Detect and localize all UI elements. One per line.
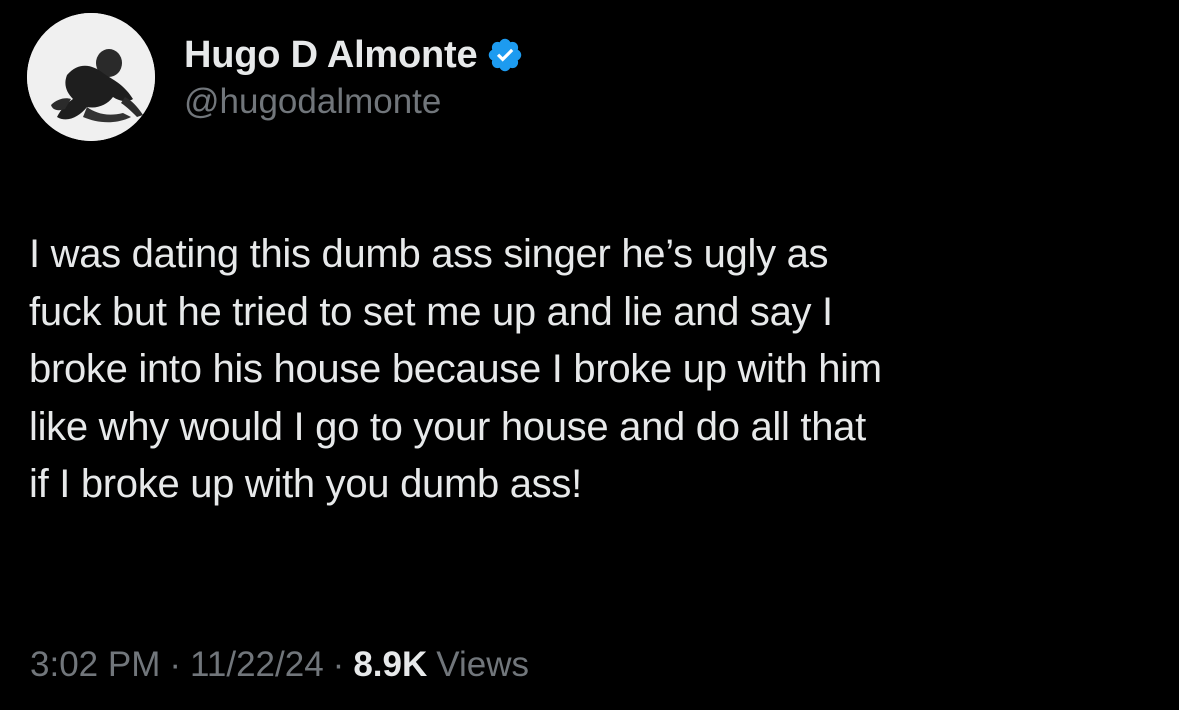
author-names: Hugo D Almonte @hugodalmonte (184, 13, 524, 141)
tweet-text: I was dating this dumb ass singer he’s u… (29, 232, 882, 506)
separator-dot: · (169, 645, 182, 684)
tweet-date[interactable]: 11/22/24 (190, 645, 324, 685)
tweet-metadata: 3:02 PM · 11/22/24 · 8.9K Views (30, 640, 529, 690)
name-row: Hugo D Almonte (184, 32, 524, 78)
tweet-header: Hugo D Almonte @hugodalmonte (27, 12, 524, 142)
verified-badge-icon[interactable] (486, 36, 524, 74)
username-handle[interactable]: @hugodalmonte (184, 82, 524, 122)
avatar[interactable] (27, 13, 155, 141)
avatar-photo-icon (27, 13, 155, 141)
tweet-card: Hugo D Almonte @hugodalmonte I was datin… (0, 0, 1179, 710)
separator-dot: · (332, 645, 345, 684)
display-name[interactable]: Hugo D Almonte (184, 34, 478, 77)
views-count[interactable]: 8.9K (353, 645, 427, 685)
views-label: Views (436, 645, 529, 684)
tweet-time[interactable]: 3:02 PM (30, 645, 160, 685)
